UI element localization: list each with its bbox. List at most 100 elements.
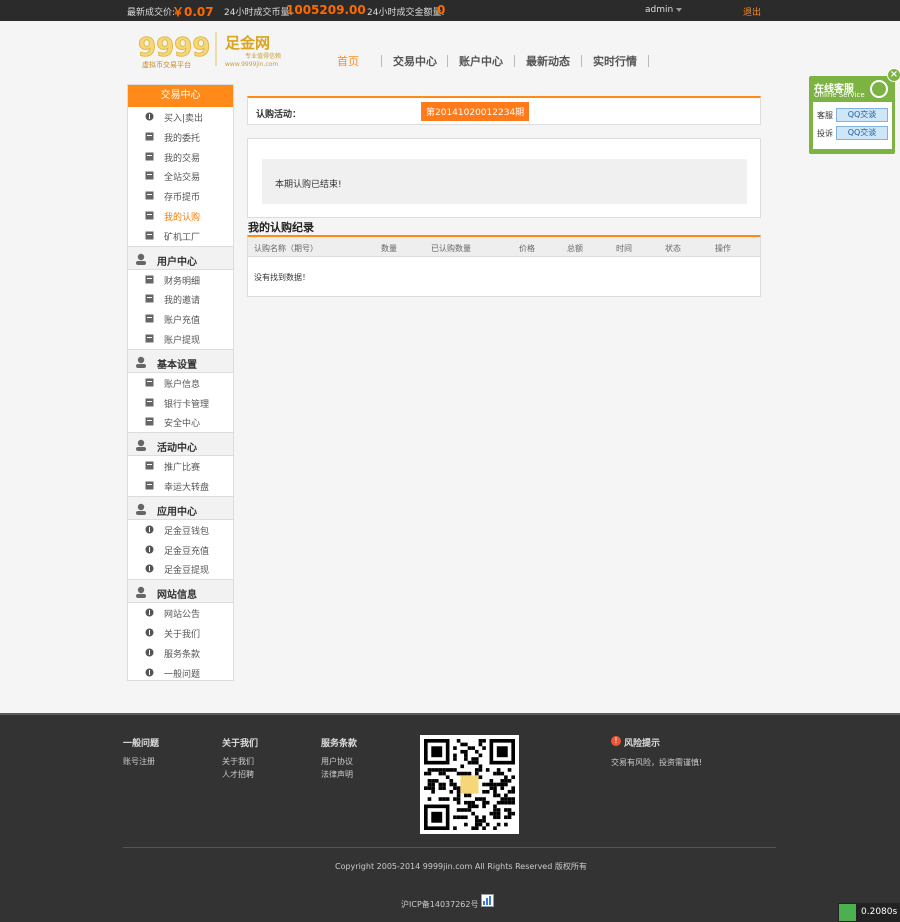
sidebar-group-title: 网站信息 [157, 590, 197, 602]
sidebar-item[interactable]: 足金豆提现 [128, 559, 233, 579]
sidebar-item[interactable]: 财务明细 [128, 270, 233, 290]
sidebar-group-title: 用户中心 [157, 256, 197, 268]
sidebar-item-label: 安全中心 [164, 419, 201, 430]
sidebar-item[interactable]: 服务条款 [128, 643, 233, 663]
sidebar-item-label: 账户信息 [164, 379, 201, 390]
last-price-value: ￥0.07 [172, 5, 214, 19]
sidebar-item-label: 关于我们 [164, 629, 201, 640]
sidebar-group-header[interactable]: 活动中心 [128, 432, 233, 457]
document-icon [145, 314, 154, 323]
sidebar: 交易中心 买入|卖出我的委托我的交易 全站交易 存币提币 我的认购 矿机工厂 用户中心财… [127, 84, 234, 681]
nav-market[interactable]: 实时行情 [593, 53, 637, 69]
sidebar-item-label: 我的委托 [164, 133, 201, 144]
info-icon [145, 545, 154, 554]
sidebar-item[interactable]: 账户充值 [128, 309, 233, 329]
sidebar-item-label: 幸运大转盘 [164, 482, 210, 493]
document-icon [145, 294, 154, 303]
nav-divider [648, 55, 649, 67]
close-icon[interactable]: × [887, 68, 900, 82]
sidebar-item[interactable]: 我的邀请 [128, 289, 233, 309]
sidebar-item[interactable]: 我的委托 [128, 127, 233, 147]
logout-link[interactable]: 退出 [743, 5, 761, 18]
document-icon [145, 231, 154, 240]
footer: 一般问题 账号注册 关于我们 关于我们 人才招聘 服务条款 用户协议 法律声明 … [0, 713, 900, 922]
info-icon [145, 628, 154, 637]
nav-latest-news[interactable]: 最新动态 [526, 53, 570, 69]
sidebar-item[interactable]: 一般问题 [128, 663, 233, 683]
logo-subtitle: 虚拟币交易平台 [142, 61, 191, 69]
sidebar-item-label: 足金豆钱包 [164, 526, 210, 537]
sidebar-groups: 用户中心财务明细我的邀请账户充值账户提现基本设置账户信息银行卡管理安全中心活动中… [128, 245, 233, 683]
sidebar-item[interactable]: 账户提现 [128, 329, 233, 349]
sidebar-group-header[interactable]: 用户中心 [128, 245, 233, 270]
qq-chat-button[interactable]: QQ交谈 [836, 108, 888, 122]
qr-code [420, 735, 519, 834]
sidebar-group-header[interactable]: 基本设置 [128, 348, 233, 373]
sidebar-item-label: 账户充值 [164, 316, 201, 327]
footer-col-title: 关于我们 [222, 739, 259, 749]
sidebar-group-header[interactable]: 网站信息 [128, 579, 233, 604]
col-quantity: 数量 [381, 244, 397, 253]
top-bar: 最新成交价: ￥0.07 24小时成交币量: 1005209.00 24小时成交… [0, 0, 900, 21]
amount-label: 24小时成交金额量: [367, 8, 445, 18]
sidebar-item[interactable]: 银行卡管理 [128, 393, 233, 413]
logo-tagline: 专业值得信赖 [245, 53, 282, 60]
sidebar-item-label: 账户提现 [164, 335, 201, 346]
footer-link[interactable]: 法律声明 [321, 769, 353, 780]
user-icon [134, 252, 148, 266]
sidebar-item[interactable]: 推广比赛 [128, 456, 233, 476]
info-icon [145, 648, 154, 657]
nav-trade-center[interactable]: 交易中心 [393, 53, 437, 69]
col-name: 认购名称（期号） [254, 244, 318, 253]
footer-link[interactable]: 关于我们 [222, 756, 254, 767]
footer-link[interactable]: 账号注册 [123, 756, 155, 767]
sidebar-item[interactable]: 矿机工厂 [128, 226, 233, 246]
complaint-label: 投诉 [817, 129, 833, 138]
sidebar-item-label: 服务条款 [164, 649, 201, 660]
footer-link[interactable]: 用户协议 [321, 756, 353, 767]
nav-home[interactable]: 首页 [337, 53, 359, 69]
sidebar-item[interactable]: 我的认购 [128, 205, 233, 226]
sidebar-item-label: 网站公告 [164, 610, 201, 621]
sidebar-item-label: 足金豆充值 [164, 546, 210, 557]
document-icon [145, 152, 154, 161]
icp-link[interactable]: 沪ICP备14037262号 [401, 899, 479, 910]
sidebar-item[interactable]: 账户信息 [128, 373, 233, 393]
sidebar-item-label: 财务明细 [164, 276, 201, 287]
sidebar-item[interactable]: 我的交易 [128, 147, 233, 167]
online-service-widget: 在线客服 Online Service × 客服 QQ交谈 投诉 QQ交谈 [809, 68, 900, 154]
site-logo[interactable]: 9999 足金网 专业值得信赖 虚拟币交易平台 www.9999jin.com [138, 30, 303, 74]
sidebar-item[interactable]: 幸运大转盘 [128, 476, 233, 496]
qr-code-image [424, 739, 515, 830]
qq-complaint-button[interactable]: QQ交谈 [836, 126, 888, 140]
sidebar-item[interactable]: 存币提币 [128, 186, 233, 206]
sidebar-item-label: 推广比赛 [164, 463, 201, 474]
document-icon [145, 417, 154, 426]
sidebar-item[interactable]: 买入|卖出 [128, 107, 233, 127]
sidebar-item[interactable]: 安全中心 [128, 412, 233, 432]
status-text: 本期认购已结束! [275, 180, 342, 190]
nav-account-center[interactable]: 账户中心 [459, 53, 503, 69]
footer-link[interactable]: 人才招聘 [222, 769, 254, 780]
col-total: 总额 [567, 244, 583, 253]
document-icon [145, 211, 154, 220]
sidebar-item[interactable]: 关于我们 [128, 623, 233, 643]
user-menu[interactable]: admin [645, 5, 683, 15]
perf-indicator: 0.2080s [838, 903, 900, 922]
amount-value: 0 [437, 3, 446, 17]
sidebar-group-title: 应用中心 [157, 506, 197, 518]
sidebar-item[interactable]: 足金豆钱包 [128, 520, 233, 540]
sidebar-group-header[interactable]: 应用中心 [128, 495, 233, 520]
sidebar-item[interactable]: 足金豆充值 [128, 540, 233, 560]
sidebar-item[interactable]: 全站交易 [128, 166, 233, 186]
footer-col-title: 一般问题 [123, 739, 160, 749]
last-price-label: 最新成交价: [127, 8, 176, 18]
subscription-period-badge[interactable]: 第20141020012234期 [421, 102, 530, 121]
film-icon [134, 438, 148, 452]
coin-icon [145, 112, 154, 121]
sidebar-item[interactable]: 网站公告 [128, 603, 233, 623]
document-icon [145, 171, 154, 180]
sidebar-header: 交易中心 [128, 85, 233, 107]
stats-icon[interactable] [481, 894, 494, 907]
info-icon [145, 564, 154, 573]
